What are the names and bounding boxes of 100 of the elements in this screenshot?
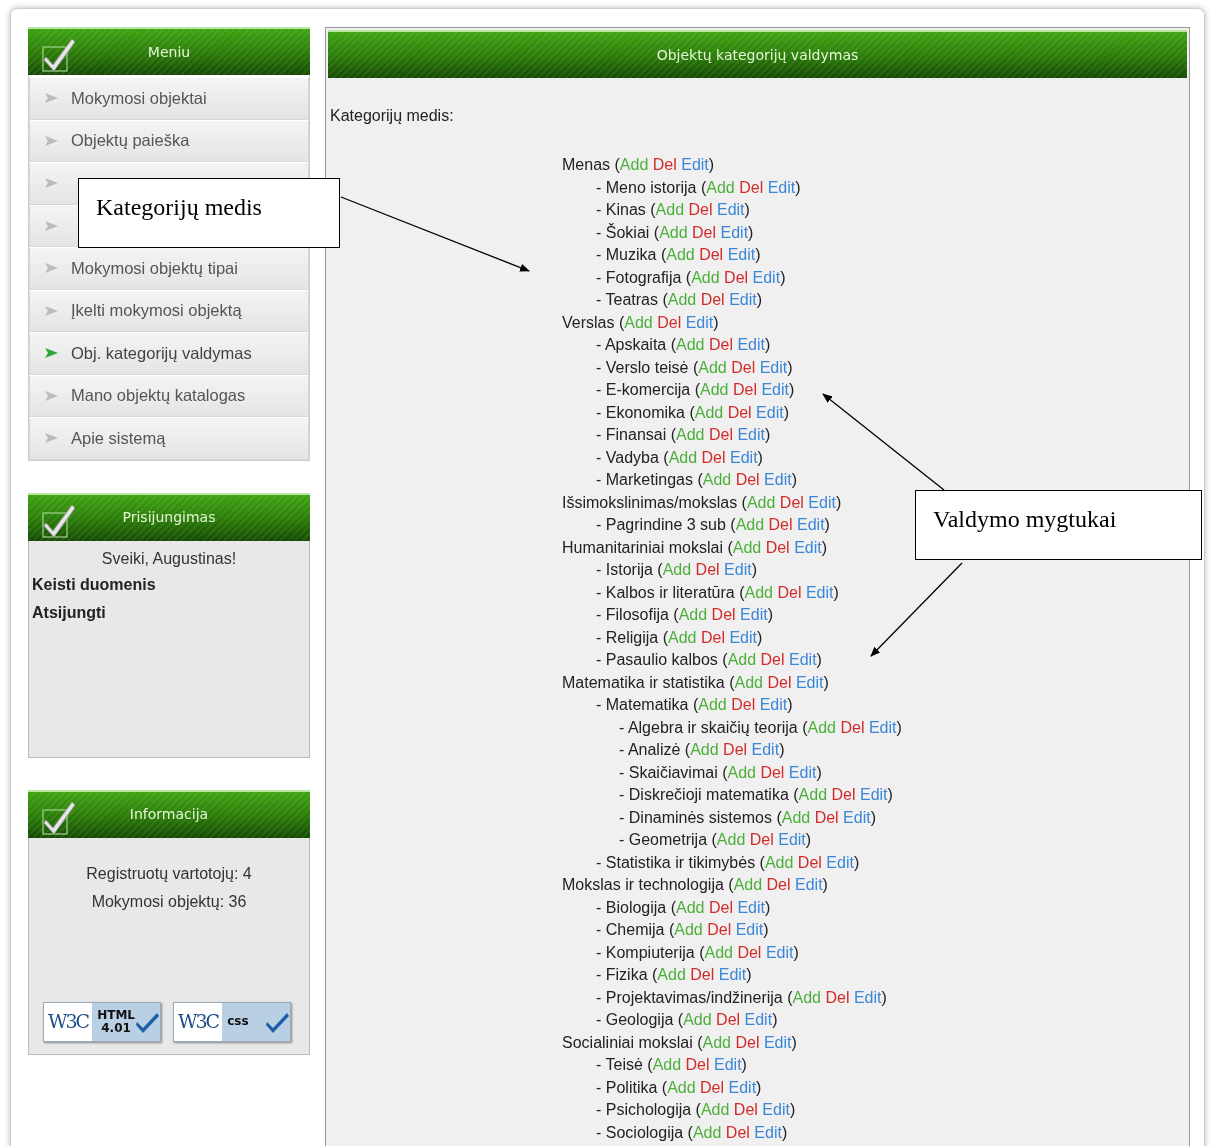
category-name: - Geometrija	[619, 831, 708, 848]
parenthesis: )	[787, 358, 793, 376]
category-name: - Politika	[596, 1078, 658, 1096]
parenthesis: )	[708, 156, 715, 173]
parenthesis: (	[650, 201, 656, 218]
category-name: - Istorija	[596, 561, 653, 578]
parenthesis: (	[673, 606, 679, 623]
parenthesis: )	[881, 988, 887, 1006]
parenthesis: )	[822, 876, 828, 893]
category-name: - Projektavimas/indžinerija	[596, 988, 783, 1006]
tree-label: Kategorijų medis:	[330, 106, 455, 126]
parenthesis: (	[722, 651, 728, 668]
parenthesis: (	[711, 831, 717, 848]
parenthesis: )	[765, 898, 771, 916]
parenthesis: (	[802, 718, 808, 736]
category-name: - Teisė	[596, 1056, 643, 1073]
parenthesis: )	[741, 1056, 747, 1073]
category-name: - Ekonomika	[596, 403, 685, 421]
category-name: - Fizika	[596, 966, 648, 983]
category-name: - Matematika	[596, 696, 689, 713]
parenthesis: )	[756, 1078, 762, 1096]
category-name: - Pagrindine 3 sub	[596, 516, 726, 533]
parenthesis: )	[887, 786, 893, 803]
parenthesis: (	[697, 471, 703, 488]
parenthesis: (	[727, 538, 733, 556]
parenthesis: (	[728, 876, 734, 893]
parenthesis: )	[896, 718, 902, 736]
parenthesis: )	[787, 696, 793, 713]
parenthesis: )	[795, 178, 801, 196]
parenthesis: (	[741, 493, 747, 511]
category-name: - Skaičiavimai	[619, 763, 718, 781]
parenthesis: (	[670, 898, 677, 916]
parenthesis: )	[816, 763, 822, 781]
category-name: - Apskaita	[596, 336, 667, 353]
category-name: Mokslas ir technologija	[562, 876, 724, 893]
category-name: - Chemija	[596, 921, 665, 938]
parenthesis: (	[695, 1101, 701, 1118]
parenthesis: (	[739, 583, 745, 601]
parenthesis: )	[853, 853, 860, 871]
parenthesis: (	[692, 696, 699, 713]
category-name: - Kinas	[596, 201, 646, 218]
category-name: - Biologija	[596, 898, 667, 916]
parenthesis: )	[791, 471, 797, 488]
category-name: - Sociologija	[596, 1123, 684, 1141]
parenthesis: )	[744, 201, 750, 218]
parenthesis: (	[722, 763, 728, 781]
parenthesis: (	[694, 381, 700, 398]
parenthesis: )	[765, 336, 771, 353]
parenthesis: )	[791, 1033, 797, 1051]
parenthesis: (	[660, 246, 667, 263]
parenthesis: )	[789, 381, 795, 398]
panel-title: Meniu	[147, 42, 191, 62]
stat-text: Mokymosi objektų: 36	[90, 891, 248, 912]
parenthesis: )	[824, 516, 830, 533]
category-name: - Teatras	[596, 291, 658, 308]
parenthesis: )	[823, 673, 829, 691]
parenthesis: (	[730, 516, 736, 533]
parenthesis: )	[781, 1123, 788, 1141]
parenthesis: )	[748, 223, 754, 241]
parenthesis: )	[765, 426, 771, 443]
parenthesis: (	[689, 403, 695, 421]
category-name: - Kalbos ir literatūra	[596, 583, 735, 601]
category-name: - Statistika ir tikimybės	[596, 853, 756, 871]
parenthesis: (	[793, 786, 799, 803]
parenthesis: )	[756, 291, 763, 308]
category-name: - Muzika	[596, 246, 657, 263]
parenthesis: (	[697, 1033, 703, 1051]
parenthesis: (	[663, 448, 669, 466]
parenthesis: )	[870, 808, 876, 826]
parenthesis: )	[833, 583, 839, 601]
category-name: - Šokiai	[596, 223, 650, 241]
category-name: Išsimokslinimas/mokslas	[562, 493, 738, 511]
panel-title: Objektų kategorijų valdymas	[656, 45, 859, 65]
parenthesis: (	[670, 426, 677, 443]
parenthesis: )	[816, 651, 822, 668]
category-name: Menas	[562, 156, 611, 173]
parenthesis: (	[776, 808, 782, 826]
category-name: - Analizė	[619, 741, 681, 758]
category-name: - Marketingas	[596, 471, 693, 488]
parenthesis: (	[687, 1123, 693, 1141]
category-name: - Meno istorija	[596, 178, 697, 196]
category-name: - Diskrečioji matematika	[619, 786, 789, 803]
parenthesis: (	[684, 741, 691, 758]
parenthesis: (	[729, 673, 735, 691]
category-name: - Dinaminės sistemos	[619, 808, 772, 826]
parenthesis: (	[661, 1078, 668, 1096]
parenthesis: )	[746, 966, 752, 983]
parenthesis: (	[670, 336, 677, 353]
parenthesis: (	[699, 943, 705, 961]
parenthesis: (	[653, 223, 660, 241]
stat-text: Registruotų vartotojų: 4	[85, 863, 253, 884]
category-name: - Finansai	[596, 426, 667, 443]
parenthesis: (	[759, 853, 765, 871]
parenthesis: )	[713, 313, 719, 331]
parenthesis: )	[835, 493, 842, 511]
category-name: - Filosofija	[596, 606, 669, 623]
parenthesis: )	[751, 561, 757, 578]
parenthesis: )	[821, 538, 828, 556]
category-name: - Algebra ir skaičių teorija	[619, 718, 798, 736]
category-name: - Geologija	[596, 1011, 674, 1028]
